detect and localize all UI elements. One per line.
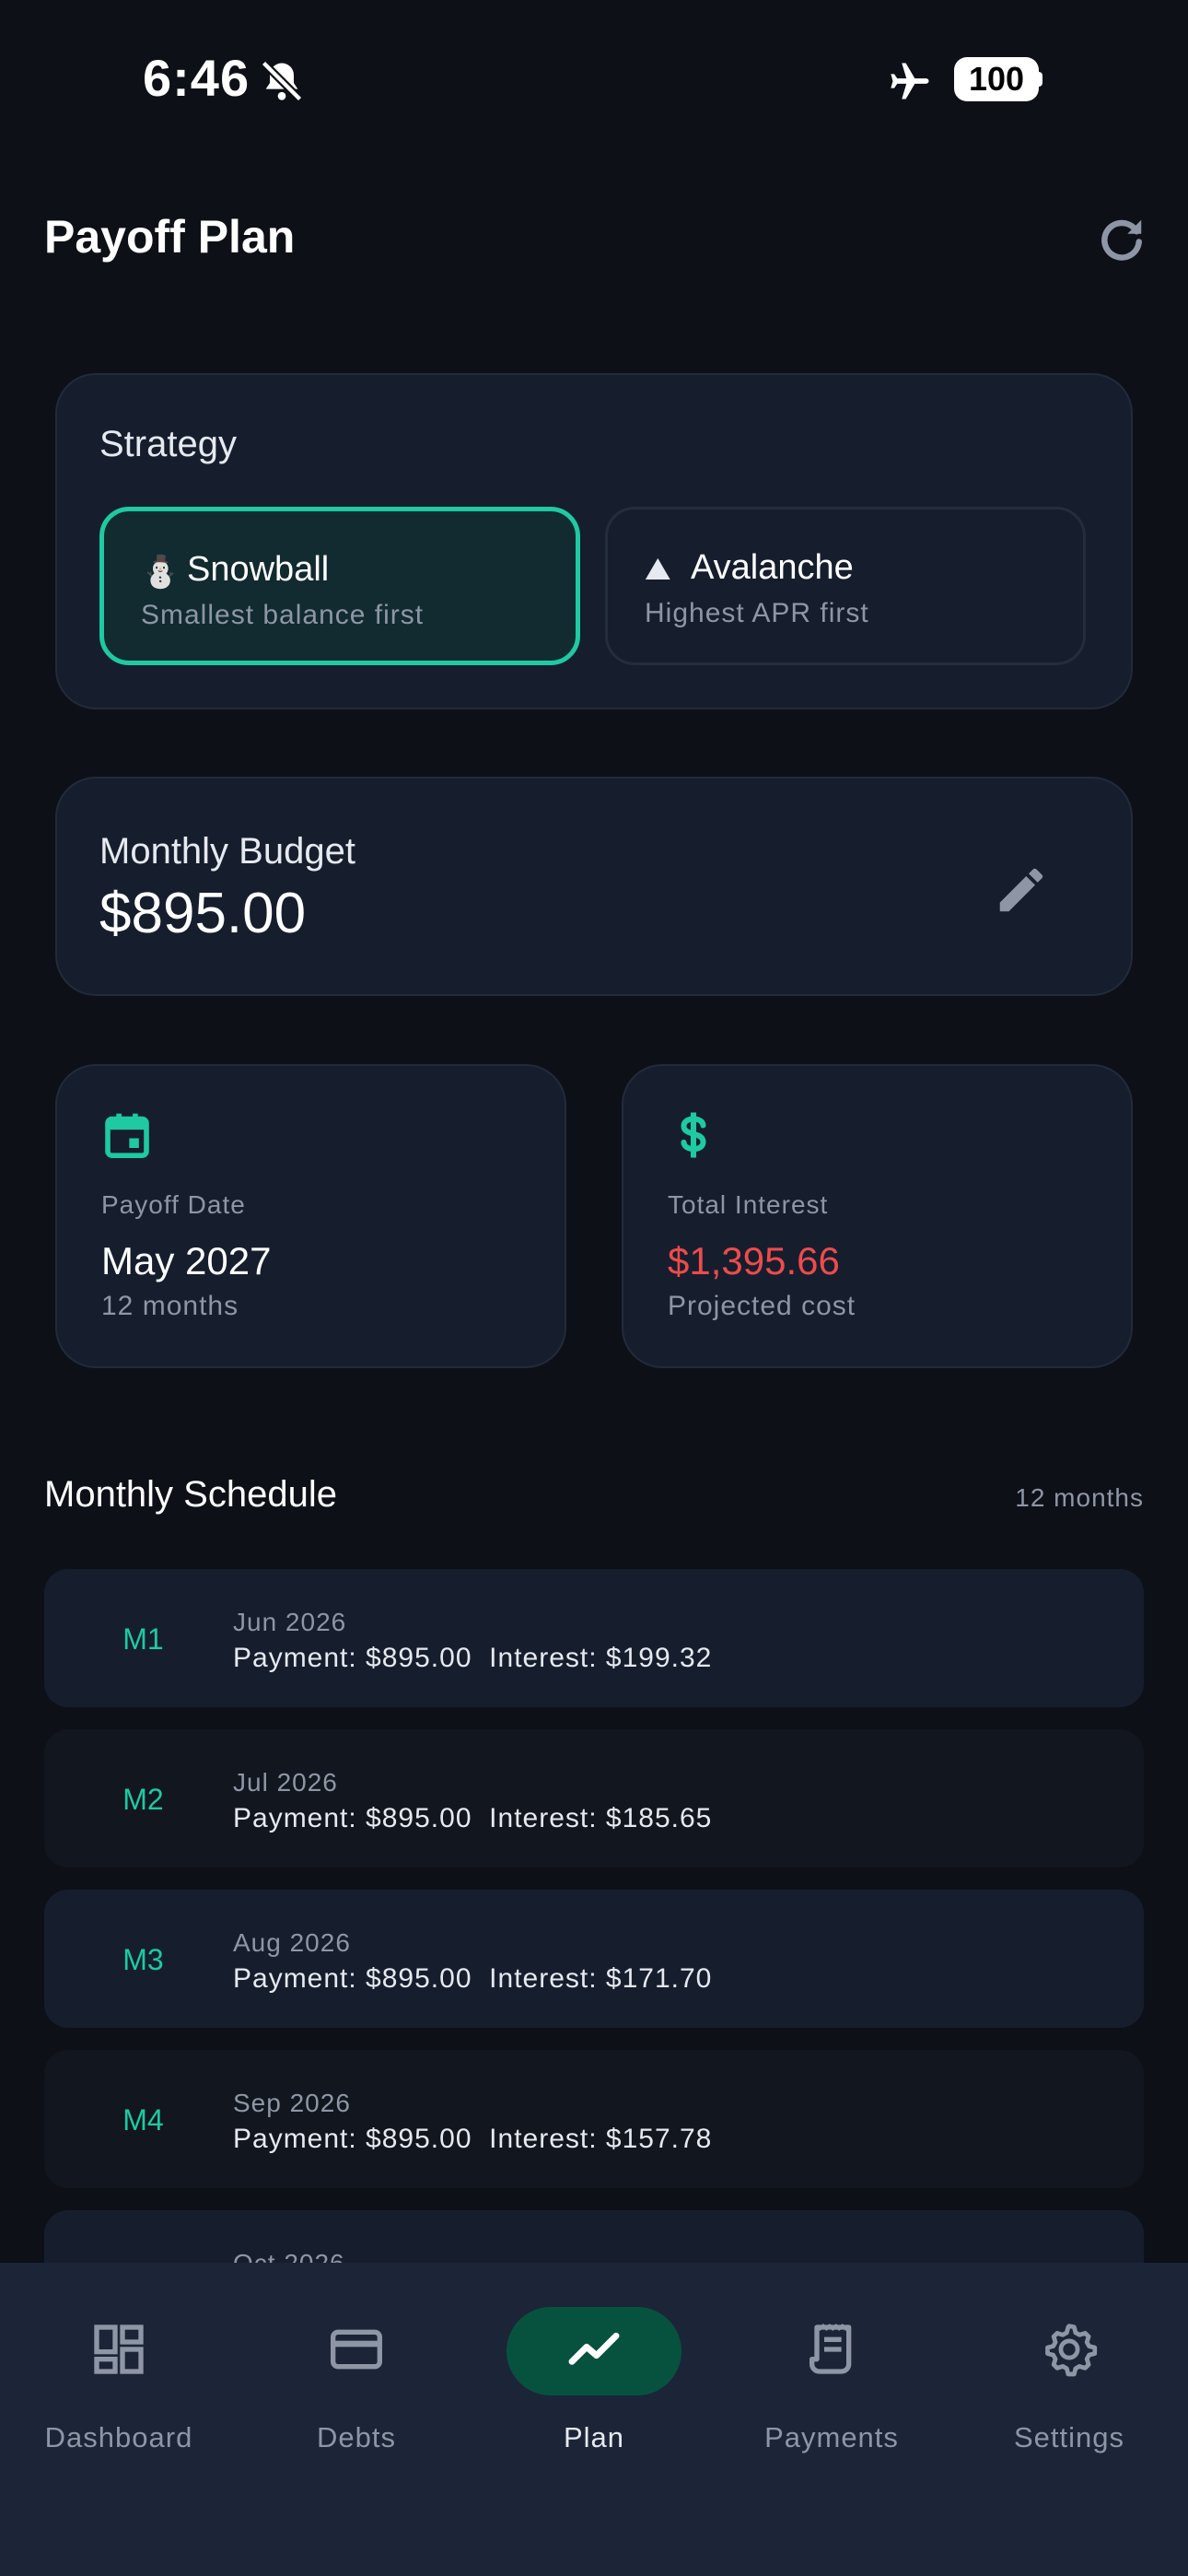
page-title: Payoff Plan: [44, 211, 296, 263]
row-date: Sep 2026: [233, 2089, 351, 2117]
strategy-option-name: Snowball: [187, 550, 330, 589]
nav-label: Payments: [764, 2421, 899, 2453]
trending-up-icon: [568, 2332, 620, 2365]
receipt-icon: [809, 2324, 852, 2374]
nav-label: Plan: [563, 2421, 625, 2453]
battery-tip: [1037, 72, 1042, 87]
airplane-mode-icon: [891, 63, 929, 100]
dashboard-icon: [94, 2324, 144, 2374]
row-payment-interest: Payment: $895.00 Interest: $171.70: [233, 1963, 713, 1994]
row-payment-interest: Payment: $895.00 Interest: $199.32: [233, 1643, 713, 1673]
strategy-option-description: Highest APR first: [645, 598, 869, 628]
mountain-icon: ⛰: [645, 552, 671, 587]
row-payment-interest: Payment: $895.00 Interest: $185.65: [233, 1803, 713, 1833]
bell-muted-icon: [261, 60, 303, 102]
month-number: M1: [122, 1622, 164, 1656]
budget-value: $895.00: [99, 882, 307, 945]
row-date: Jun 2026: [233, 1608, 347, 1636]
nav-label: Settings: [1013, 2421, 1124, 2453]
payoff-date-card: Payoff Date May 2027 12 months: [55, 1064, 566, 1368]
payoff-date-duration: 12 months: [101, 1291, 239, 1321]
nav-label: Debts: [317, 2421, 396, 2453]
nav-item-debts[interactable]: Debts: [238, 2263, 475, 2576]
row-payment-interest: Payment: $895.00 Interest: $157.78: [233, 2124, 713, 2154]
strategy-option-name: Avalanche: [691, 548, 854, 587]
strategy-option-description: Smallest balance first: [141, 600, 425, 630]
gear-icon: [1045, 2324, 1098, 2377]
nav-item-payments[interactable]: Payments: [713, 2263, 950, 2576]
payoff-date-value: May 2027: [101, 1239, 272, 1282]
budget-label: Monthly Budget: [99, 831, 355, 872]
payoff-date-label: Payoff Date: [101, 1190, 246, 1219]
month-number: M4: [122, 2103, 164, 2137]
total-interest-value: $1,395.66: [668, 1239, 840, 1282]
schedule-row[interactable]: M1 Jun 2026 Payment: $895.00 Interest: $…: [44, 1569, 1144, 1707]
status-time: 6:46: [143, 49, 250, 107]
total-interest-label: Total Interest: [668, 1190, 829, 1219]
bottom-navigation: Dashboard Debts Plan Payments Settings: [0, 2263, 1188, 2576]
edit-pencil-icon[interactable]: [993, 861, 1050, 919]
total-interest-note: Projected cost: [668, 1291, 856, 1321]
credit-card-icon: [331, 2329, 382, 2370]
snowman-icon: ⛄: [141, 555, 181, 590]
calendar-icon: [105, 1113, 149, 1158]
row-date: Jul 2026: [233, 1768, 338, 1797]
battery-indicator: 100: [954, 57, 1039, 101]
schedule-row[interactable]: M2 Jul 2026 Payment: $895.00 Interest: $…: [44, 1729, 1144, 1868]
schedule-row[interactable]: M4 Sep 2026 Payment: $895.00 Interest: $…: [44, 2050, 1144, 2188]
nav-item-plan[interactable]: Plan: [475, 2263, 713, 2576]
total-interest-card: Total Interest $1,395.66 Projected cost: [622, 1064, 1133, 1368]
schedule-row[interactable]: M3 Aug 2026 Payment: $895.00 Interest: $…: [44, 1890, 1144, 2028]
refresh-icon[interactable]: [1094, 212, 1149, 267]
schedule-title: Monthly Schedule: [44, 1474, 337, 1515]
nav-label: Dashboard: [44, 2421, 193, 2453]
row-date: Aug 2026: [233, 1928, 351, 1957]
nav-item-dashboard[interactable]: Dashboard: [0, 2263, 238, 2576]
strategy-label: Strategy: [99, 424, 237, 464]
nav-item-settings[interactable]: Settings: [950, 2263, 1188, 2576]
dollar-sign-icon: [681, 1112, 706, 1158]
month-number: M2: [122, 1783, 164, 1816]
strategy-option-snowball[interactable]: ⛄ Snowball Smallest balance first: [99, 507, 580, 665]
strategy-option-avalanche[interactable]: ⛰ Avalanche Highest APR first: [605, 507, 1086, 665]
month-number: M3: [122, 1943, 164, 1976]
schedule-count: 12 months: [1015, 1483, 1144, 1512]
